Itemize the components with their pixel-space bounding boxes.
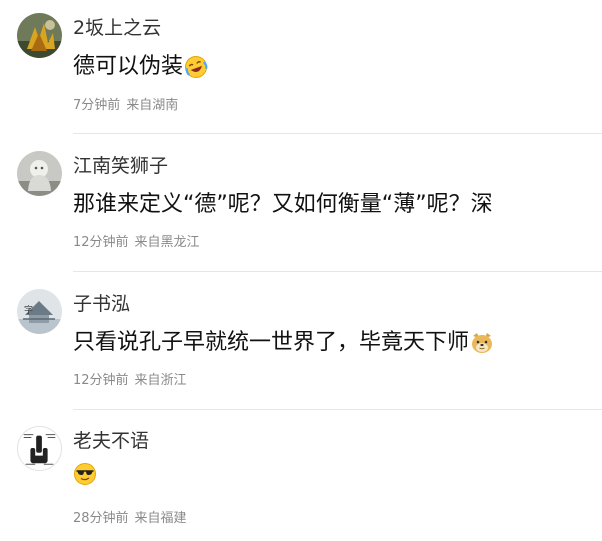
username[interactable]: 江南笑狮子 (73, 154, 168, 178)
timestamp: 12分钟前 (73, 373, 129, 388)
comment-meta: 12分钟前 来自黑龙江 (73, 234, 200, 252)
timestamp: 12分钟前 (73, 235, 129, 250)
location: 来自浙江 (134, 373, 187, 388)
divider (73, 409, 602, 410)
divider (73, 133, 602, 134)
username[interactable]: 2坂上之云 (73, 16, 161, 40)
avatar[interactable] (17, 151, 62, 196)
comment-meta: 12分钟前 来自浙江 (73, 372, 187, 390)
avatar[interactable] (17, 13, 62, 58)
comment-text-body: 只看说孔子早就统一世界了，毕竟天下师 (73, 330, 470, 355)
comment-meta: 7分钟前 来自湖南 (73, 97, 178, 115)
timestamp: 7分钟前 (73, 98, 121, 113)
comment-text-body: 德可以伪装 (73, 54, 184, 79)
comment-text: 德可以伪装 (73, 52, 208, 82)
divider (73, 271, 602, 272)
comment-text-body: 那谁来定义“德”呢？又如何衡量“薄”呢？深 (73, 192, 493, 217)
location: 来自湖南 (126, 98, 179, 113)
comment-meta: 28分钟前 来自福建 (73, 510, 187, 528)
comment-text: 只看说孔子早就统一世界了，毕竟天下师 (73, 328, 494, 358)
laughing-crying-emoji-icon (184, 55, 208, 79)
comment-text: 那谁来定义“德”呢？又如何衡量“薄”呢？深 (73, 190, 493, 220)
avatar[interactable] (17, 426, 62, 471)
location: 来自福建 (134, 511, 187, 526)
username[interactable]: 子书泓 (73, 292, 130, 316)
doge-emoji-icon (470, 331, 494, 355)
location: 来自黑龙江 (134, 235, 200, 250)
timestamp: 28分钟前 (73, 511, 129, 526)
avatar[interactable]: 字 (17, 289, 62, 334)
username[interactable]: 老夫不语 (73, 429, 149, 453)
comment-text (73, 462, 97, 486)
svg-text:字: 字 (24, 304, 33, 316)
sunglasses-emoji-icon (73, 462, 97, 486)
